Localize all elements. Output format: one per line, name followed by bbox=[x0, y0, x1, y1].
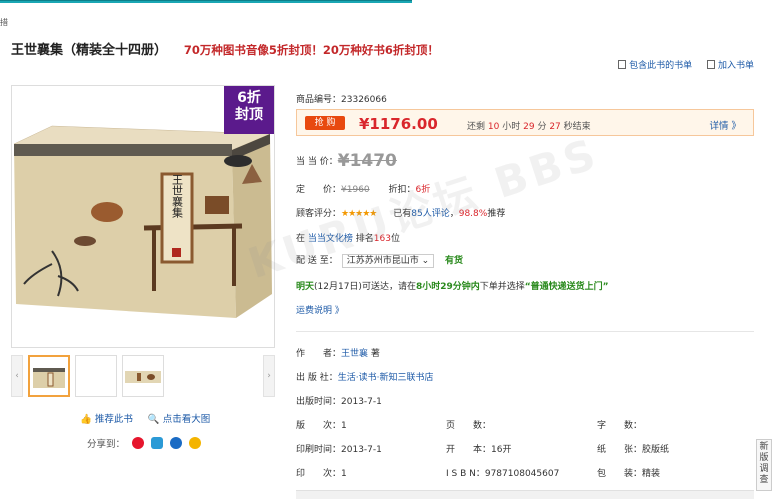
delivery-row: 配 送 至： 江苏苏州市昆山市 ⌄ 有货 bbox=[296, 253, 463, 268]
publisher-link[interactable]: 生活·读书·新知三联书店 bbox=[338, 373, 434, 383]
thumbnail-2[interactable] bbox=[75, 355, 117, 397]
star-icon[interactable] bbox=[189, 437, 202, 449]
list-price-row: 定 价：¥1960 折扣：6折 bbox=[296, 182, 430, 195]
edition-field: 版 次：1 bbox=[296, 421, 347, 431]
dangdang-price: ¥1470 bbox=[337, 151, 397, 171]
rating-label: 顾客评分： bbox=[296, 209, 342, 219]
title-row: 王世襄集（精装全十四册） 70万种图书音像5折封顶！20万种好书6折封顶！ bbox=[11, 39, 439, 58]
renren-icon[interactable] bbox=[170, 437, 183, 449]
flash-sale-tag: 抢 购 bbox=[305, 116, 345, 130]
isbn-field: I S B N：9787108045607 bbox=[446, 469, 560, 479]
list-icon bbox=[618, 60, 627, 69]
top-accent-line bbox=[0, 0, 412, 1]
delivery-label: 配 送 至： bbox=[296, 256, 338, 266]
corner-text: 措 bbox=[0, 18, 8, 27]
thumb-next-arrow[interactable]: › bbox=[263, 355, 275, 397]
publisher-row: 出 版 社：生活·读书·新知三联书店 bbox=[296, 373, 434, 383]
rank-value: 163 bbox=[373, 234, 391, 244]
item-number: 23326066 bbox=[341, 95, 387, 105]
list-price-label: 定 价： bbox=[296, 185, 342, 195]
thumbnail-1-image bbox=[33, 368, 65, 388]
discount-label: 折扣： bbox=[388, 185, 416, 195]
weibo-icon[interactable] bbox=[132, 437, 145, 449]
recommend-rate: 98.8% bbox=[458, 209, 488, 219]
cover-title-text: 王世襄集 bbox=[171, 174, 184, 218]
rating-row: 顾客评分：★★★★★ 已有85人评论，98.8%推荐 bbox=[296, 206, 505, 219]
share-label: 分享到： bbox=[87, 439, 126, 450]
discount-badge: 6折 封顶 bbox=[224, 86, 274, 134]
shipping-note-link[interactable]: 运费说明 》 bbox=[296, 303, 344, 316]
divider bbox=[296, 331, 754, 332]
add-booklist-link[interactable]: 加入书单 bbox=[706, 60, 754, 71]
thumbs-up-icon: 👍 bbox=[80, 414, 92, 425]
paper-field: 纸 张：胶版纸 bbox=[597, 445, 670, 455]
flash-sale-price: ¥1176.00 bbox=[359, 115, 438, 133]
booklist-link[interactable]: 包含此书的书单 bbox=[618, 60, 692, 71]
format-field: 开 本：16开 bbox=[446, 445, 512, 455]
image-actions: 👍 推荐此书 🔍 点击看大图 bbox=[80, 411, 222, 425]
thumbnail-1[interactable] bbox=[28, 355, 70, 397]
discount-value: 6折 bbox=[415, 185, 431, 195]
rank-row: 在 当当文化榜 排名163位 bbox=[296, 234, 400, 244]
promo-link[interactable]: 70万种图书音像5折封顶！20万种好书6折封顶！ bbox=[184, 42, 439, 58]
zoom-link[interactable]: 🔍 点击看大图 bbox=[148, 414, 210, 425]
dangdang-price-row: 当 当 价：¥1470 bbox=[296, 151, 397, 171]
countdown: 还剩 10 小时 29 分 27 秒结束 bbox=[467, 122, 591, 132]
author-row: 作 者：王世襄 著 bbox=[296, 349, 380, 359]
eta-method: “普通快递送货上门” bbox=[524, 282, 609, 292]
pubdate: 2013-7-1 bbox=[341, 397, 382, 407]
flash-sale-box: 抢 购 ¥1176.00 还剩 10 小时 29 分 27 秒结束 详情 》 bbox=[296, 109, 754, 136]
rating-stars: ★★★★★ bbox=[341, 209, 377, 219]
discount-badge-line1: 6折 bbox=[237, 90, 261, 106]
eta-time: 8小时29分钟内 bbox=[415, 282, 480, 292]
discount-badge-line2: 封顶 bbox=[235, 107, 263, 123]
flash-detail-link[interactable]: 详情 》 bbox=[709, 118, 741, 132]
delivery-address-select[interactable]: 江苏苏州市昆山市 ⌄ bbox=[341, 254, 435, 268]
survey-tab[interactable]: 新版调查 bbox=[756, 439, 772, 491]
thumbnail-strip: ‹ › bbox=[11, 355, 275, 397]
thumb-prev-arrow[interactable]: ‹ bbox=[11, 355, 23, 397]
author-link[interactable]: 王世襄 bbox=[341, 349, 368, 359]
recommend-link[interactable]: 👍 推荐此书 bbox=[80, 414, 133, 425]
list-price: ¥1960 bbox=[341, 185, 370, 195]
printing-field: 印 次：1 bbox=[296, 469, 347, 479]
qzone-icon[interactable] bbox=[151, 437, 164, 449]
item-number-label: 商品编号： bbox=[296, 95, 342, 105]
product-main-image[interactable]: 王世襄集 6折 封顶 bbox=[11, 85, 275, 348]
share-bar: 分享到： bbox=[87, 436, 202, 450]
printdate-field: 印刷时间：2013-7-1 bbox=[296, 445, 382, 455]
pages-field: 页 数： bbox=[446, 421, 492, 431]
magnifier-icon: 🔍 bbox=[147, 414, 160, 425]
recommend-suffix: 推荐 bbox=[487, 209, 506, 219]
pubdate-row: 出版时间：2013-7-1 bbox=[296, 397, 382, 407]
booklist-links: 包含此书的书单 加入书单 bbox=[606, 58, 754, 71]
review-count-link[interactable]: 85人评论 bbox=[411, 209, 449, 219]
detail-tabs-bar bbox=[296, 490, 754, 499]
thumbnail-3-image bbox=[125, 371, 161, 383]
eta-row: 明天(12月17日)可送达，请在8小时29分钟内下单并选择“普通快递送货上门” bbox=[296, 282, 609, 292]
product-title: 王世襄集（精装全十四册） bbox=[11, 43, 168, 58]
rank-list-link[interactable]: 当当文化榜 bbox=[308, 234, 353, 244]
binding-field: 包 装：精装 bbox=[597, 469, 661, 479]
review-prefix: 已有 bbox=[393, 209, 412, 219]
item-number-row: 商品编号：23326066 bbox=[296, 92, 387, 105]
thumbnail-3[interactable] bbox=[122, 355, 164, 397]
review-separator: ， bbox=[449, 209, 459, 219]
dangdang-price-label: 当 当 价： bbox=[296, 157, 338, 167]
words-field: 字 数： bbox=[597, 421, 643, 431]
add-list-icon bbox=[706, 60, 715, 69]
eta-day: 明天 bbox=[296, 282, 315, 292]
stock-status: 有货 bbox=[445, 256, 464, 266]
